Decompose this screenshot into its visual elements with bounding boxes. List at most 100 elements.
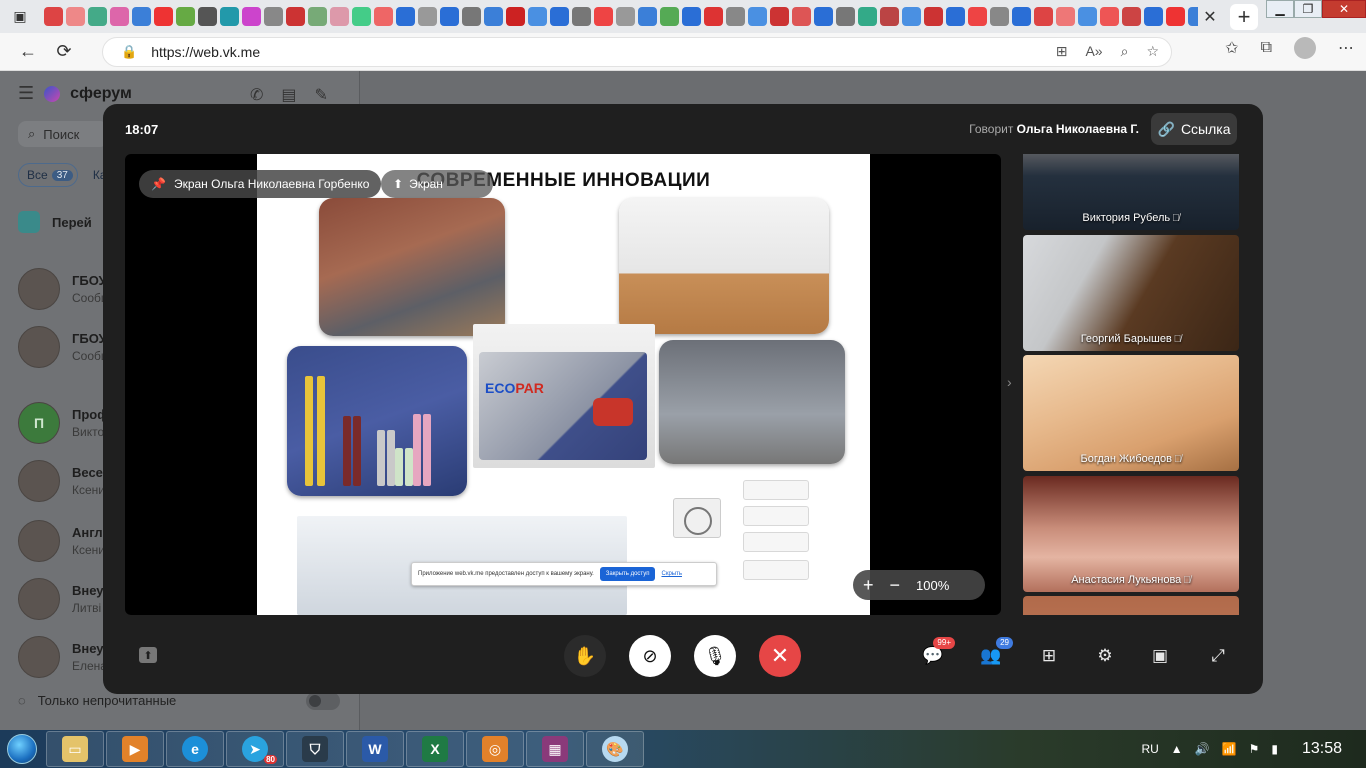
restore-button[interactable]: ❐ xyxy=(1294,0,1322,18)
taskbar-edge[interactable]: e xyxy=(166,731,224,767)
browser-tab[interactable] xyxy=(528,7,547,26)
browser-tab[interactable] xyxy=(704,7,723,26)
browser-tab[interactable] xyxy=(330,7,349,26)
browser-tab[interactable] xyxy=(198,7,217,26)
browser-tab[interactable] xyxy=(396,7,415,26)
browser-tab[interactable] xyxy=(594,7,613,26)
grid-view-button[interactable]: ⊞ xyxy=(1037,644,1061,668)
menu-icon[interactable]: ☰ xyxy=(18,83,34,104)
action-center-icon[interactable]: ⚑ xyxy=(1249,742,1260,756)
tab-close-icon[interactable]: ✕ xyxy=(1198,7,1222,27)
collections-icon[interactable]: ⧉ xyxy=(1261,39,1272,57)
close-window-button[interactable]: ✕ xyxy=(1322,0,1366,18)
back-arrow-icon[interactable]: ← xyxy=(10,37,46,67)
show-hidden-icons-icon[interactable]: ▲ xyxy=(1171,742,1183,756)
tab-actions-icon[interactable]: ▣ xyxy=(0,0,40,33)
browser-tab[interactable] xyxy=(880,7,899,26)
browser-tab[interactable] xyxy=(902,7,921,26)
browser-tab[interactable] xyxy=(418,7,437,26)
taskbar-explorer[interactable]: ▭ xyxy=(46,731,104,767)
call-plus-icon[interactable]: ✆ xyxy=(250,85,263,105)
hide-notice-link[interactable]: Скрыть xyxy=(661,571,681,577)
zoom-in-button[interactable]: + xyxy=(863,576,874,594)
browser-tab[interactable] xyxy=(770,7,789,26)
browser-tab[interactable] xyxy=(176,7,195,26)
taskbar-media-player[interactable]: ▶ xyxy=(106,731,164,767)
participant-tile[interactable]: Виктория Рубель 🎙̸ xyxy=(1023,154,1239,230)
favorite-add-icon[interactable]: ☆ xyxy=(1146,43,1159,60)
app-available-icon[interactable]: ⊞ xyxy=(1056,43,1068,60)
copy-link-button[interactable]: 🔗 Ссылка xyxy=(1151,113,1237,145)
network-icon[interactable]: 📶 xyxy=(1222,742,1237,756)
reload-icon[interactable]: ⟳ xyxy=(46,37,82,67)
minimize-button[interactable]: ▁ xyxy=(1266,0,1294,18)
pinned-banner[interactable]: Перей xyxy=(18,211,92,233)
browser-tab[interactable] xyxy=(286,7,305,26)
browser-tab[interactable] xyxy=(968,7,987,26)
filter-all[interactable]: Все 37 xyxy=(18,163,78,187)
chat-button[interactable]: 💬 99+ xyxy=(921,637,955,668)
taskbar-paint[interactable]: 🎨 xyxy=(586,731,644,767)
battery-icon[interactable]: ▮ xyxy=(1271,742,1278,756)
volume-icon[interactable]: 🔊 xyxy=(1195,742,1210,756)
language-indicator[interactable]: RU xyxy=(1141,742,1158,756)
browser-tab[interactable] xyxy=(440,7,459,26)
browser-tab[interactable] xyxy=(616,7,635,26)
fullscreen-button[interactable]: ⤢ xyxy=(1206,644,1230,668)
browser-tab[interactable] xyxy=(154,7,173,26)
browser-tab[interactable] xyxy=(1188,7,1198,26)
mic-toggle-button[interactable]: 🎙 xyxy=(694,635,736,677)
browser-tab[interactable] xyxy=(1034,7,1053,26)
browser-tab[interactable] xyxy=(682,7,701,26)
start-button[interactable] xyxy=(0,730,44,768)
camera-toggle-button[interactable]: ⊘ xyxy=(629,635,671,677)
browser-tab[interactable] xyxy=(308,7,327,26)
browser-tab[interactable] xyxy=(242,7,261,26)
more-menu-icon[interactable]: ⋯ xyxy=(1338,38,1354,58)
browser-tab[interactable] xyxy=(792,7,811,26)
hang-up-button[interactable]: ✕ xyxy=(759,635,801,677)
read-aloud-icon[interactable]: A» xyxy=(1085,43,1102,60)
archive-icon[interactable]: ▤ xyxy=(281,85,296,105)
browser-tab[interactable] xyxy=(1078,7,1097,26)
browser-tab[interactable] xyxy=(990,7,1009,26)
zoom-out-button[interactable]: − xyxy=(890,576,901,594)
search-input[interactable]: ⌕ Поиск xyxy=(18,121,108,147)
browser-tab[interactable] xyxy=(1166,7,1185,26)
screen-share-stage[interactable]: СОВРЕМЕННЫЕ ИННОВАЦИИ ECOPAR Приложение … xyxy=(125,154,1001,615)
raise-hand-button[interactable]: ✋ xyxy=(564,635,606,677)
browser-tab[interactable] xyxy=(814,7,833,26)
taskbar-telegram[interactable]: ➤ 80 xyxy=(226,731,284,767)
browser-tab[interactable] xyxy=(1100,7,1119,26)
browser-tab[interactable] xyxy=(748,7,767,26)
taskbar-clock[interactable]: 13:58 xyxy=(1302,740,1342,758)
browser-tab[interactable] xyxy=(660,7,679,26)
share-screen-button[interactable]: ⬆ xyxy=(139,647,157,663)
compose-icon[interactable]: ✎ xyxy=(315,85,328,105)
browser-tab[interactable] xyxy=(374,7,393,26)
browser-tab[interactable] xyxy=(462,7,481,26)
browser-tab[interactable] xyxy=(946,7,965,26)
browser-tab[interactable] xyxy=(220,7,239,26)
browser-tab[interactable] xyxy=(550,7,569,26)
browser-tab[interactable] xyxy=(836,7,855,26)
taskbar-winrar[interactable]: ▦ xyxy=(526,731,584,767)
browser-tab[interactable] xyxy=(66,7,85,26)
participant-tile[interactable]: Анастасия Лукьянова 🎙̸ xyxy=(1023,476,1239,592)
layout-button[interactable]: ▣ xyxy=(1148,644,1172,668)
favorites-icon[interactable]: ✩ xyxy=(1225,38,1238,58)
browser-tab[interactable] xyxy=(264,7,283,26)
zoom-icon[interactable]: ⌕ xyxy=(1121,43,1129,60)
browser-tab[interactable] xyxy=(1144,7,1163,26)
participants-button[interactable]: 👥 29 xyxy=(979,637,1013,668)
browser-tab[interactable] xyxy=(352,7,371,26)
browser-tab[interactable] xyxy=(1122,7,1141,26)
taskbar-word[interactable]: W xyxy=(346,731,404,767)
browser-tab[interactable] xyxy=(44,7,63,26)
browser-tab[interactable] xyxy=(484,7,503,26)
url-field[interactable]: 🔒 https://web.vk.me ⊞ A» ⌕ ☆ xyxy=(102,37,1172,67)
browser-tab[interactable] xyxy=(858,7,877,26)
browser-tab[interactable] xyxy=(110,7,129,26)
browser-tab[interactable] xyxy=(1012,7,1031,26)
taskbar-excel[interactable]: X xyxy=(406,731,464,767)
